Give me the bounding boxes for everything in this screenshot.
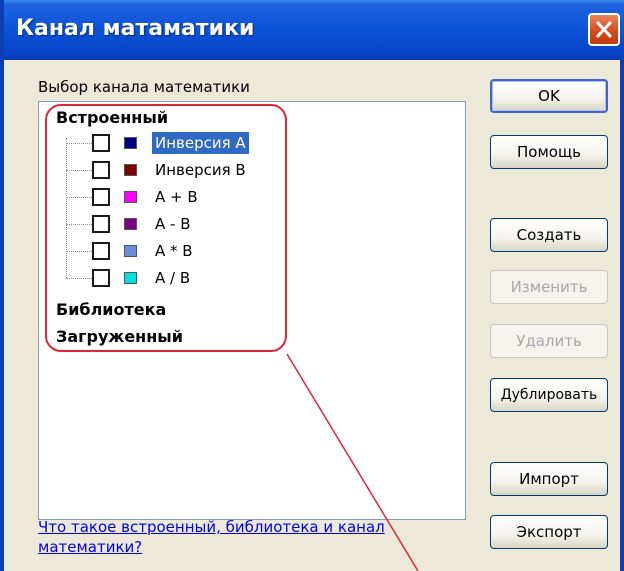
duplicate-button[interactable]: Дублировать bbox=[490, 378, 608, 412]
edit-button[interactable]: Изменить bbox=[490, 270, 608, 304]
delete-button[interactable]: Удалить bbox=[490, 324, 608, 358]
export-button[interactable]: Экспорт bbox=[490, 515, 608, 549]
help-link[interactable]: Что такое встроенный, библиотека и канал… bbox=[38, 517, 458, 557]
help-button[interactable]: Помощь bbox=[490, 135, 608, 169]
import-button[interactable]: Импорт bbox=[490, 462, 608, 496]
create-button[interactable]: Создать bbox=[490, 218, 608, 252]
ok-button[interactable]: OK bbox=[490, 79, 608, 113]
